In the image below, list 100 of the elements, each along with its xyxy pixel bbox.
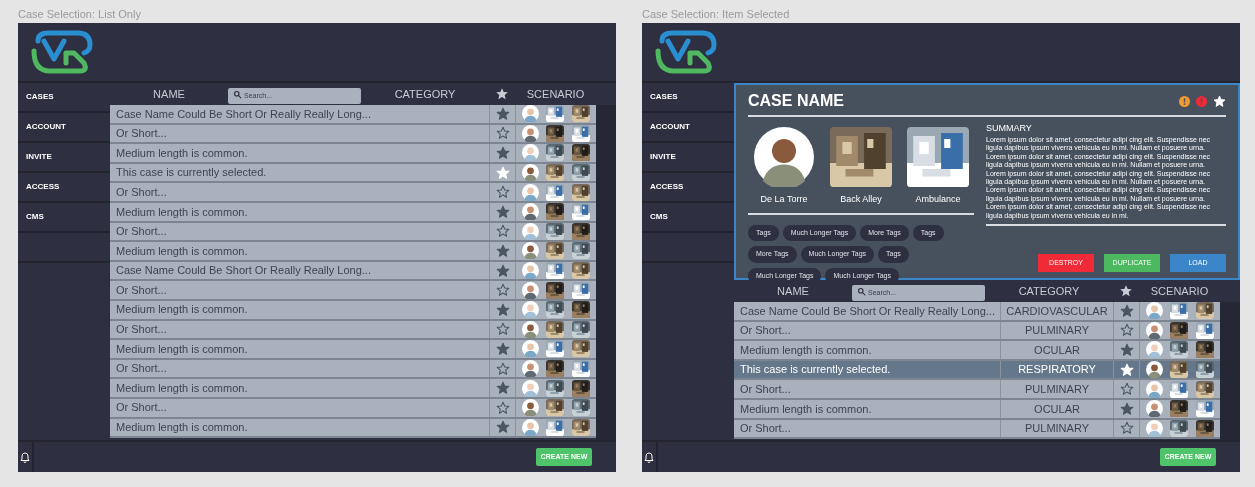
case-name: Or Short...: [115, 126, 168, 142]
table-row[interactable]: Or Short... PULMINARY: [734, 419, 1220, 440]
case-name: Medium length is common.: [115, 243, 249, 259]
case-name: Medium length is common.: [739, 401, 873, 417]
star-icon[interactable]: [495, 126, 510, 141]
table-row[interactable]: Or Short...: [110, 398, 596, 419]
avatar: [521, 164, 539, 182]
summary-heading: SUMMARY: [986, 123, 1033, 134]
star-icon[interactable]: [1119, 401, 1134, 416]
star-icon[interactable]: [1119, 284, 1133, 298]
star-icon[interactable]: [495, 263, 510, 278]
table-row[interactable]: Or Short... PULMINARY: [734, 321, 1220, 342]
star-icon[interactable]: [1119, 382, 1134, 397]
star-icon[interactable]: [1119, 323, 1134, 338]
search-icon: [857, 286, 866, 296]
avatar: [521, 105, 539, 123]
avatar: [521, 124, 539, 142]
table-row[interactable]: Or Short...: [110, 183, 596, 203]
avatar: [1145, 302, 1163, 320]
avatar: [1145, 400, 1163, 418]
frame-caption: Case Selection: Item Selected: [642, 7, 791, 22]
column-header: NAME: [776, 283, 810, 299]
case-name: This case is currently selected.: [115, 165, 268, 181]
star-icon[interactable]: [495, 322, 510, 337]
case-category: OCULAR: [1000, 399, 1113, 418]
column-header: CATEGORY: [393, 86, 457, 102]
sidebar-item[interactable]: CASES: [18, 83, 110, 113]
avatar: [521, 320, 539, 338]
table-row[interactable]: This case is currently selected.: [110, 163, 596, 184]
avatar: [521, 222, 539, 240]
star-icon[interactable]: [495, 87, 509, 101]
case-name: This case is currently selected.: [739, 362, 892, 378]
table-row[interactable]: Medium length is common.: [110, 144, 596, 164]
case-name: Medium length is common.: [115, 145, 249, 161]
case-name: Or Short...: [739, 421, 792, 437]
table-row[interactable]: Medium length is common.: [110, 300, 596, 321]
search-icon: [233, 89, 242, 99]
case-name: Case Name Could Be Short Or Really Really Long...: [115, 263, 372, 279]
star-icon[interactable]: [495, 420, 510, 435]
star-icon[interactable]: [495, 283, 510, 298]
star-icon[interactable]: [495, 224, 510, 239]
table-row[interactable]: Medium length is common. OCULAR: [734, 341, 1220, 361]
case-category: PULMINARY: [1000, 321, 1113, 340]
star-icon[interactable]: [495, 381, 510, 396]
table-row[interactable]: This case is currently selected. RESPIRATORY: [734, 360, 1220, 381]
avatar: [1145, 321, 1163, 339]
star-icon[interactable]: [1119, 303, 1134, 318]
table-row[interactable]: Or Short...: [110, 359, 596, 380]
avatar: [1145, 380, 1163, 398]
table-row[interactable]: Case Name Could Be Short Or Really Really Long... CARDIOVASCULAR: [734, 302, 1220, 322]
avatar: [521, 340, 539, 358]
table-row[interactable]: Or Short...: [110, 281, 596, 301]
star-icon[interactable]: [495, 243, 510, 258]
avatar: [754, 127, 814, 187]
star-icon[interactable]: [495, 341, 510, 356]
table-row[interactable]: Or Short...: [110, 320, 596, 341]
star-icon[interactable]: [495, 302, 510, 317]
asset-label: Ambulance: [915, 193, 961, 206]
column-header: SCENARIO: [1149, 283, 1210, 299]
table-row[interactable]: Medium length is common.: [110, 242, 596, 262]
star-icon[interactable]: [495, 361, 510, 376]
table-row[interactable]: Case Name Could Be Short Or Really Really Long...: [110, 105, 596, 125]
notification-bell-icon[interactable]: [20, 451, 30, 463]
table-row[interactable]: Medium length is common.: [110, 202, 596, 223]
case-name: Or Short...: [739, 323, 792, 339]
avatar: [1145, 341, 1163, 359]
star-icon[interactable]: [495, 400, 510, 415]
table-row[interactable]: Medium length is common.: [110, 418, 596, 439]
table-row[interactable]: Or Short...: [110, 124, 596, 145]
table-row[interactable]: Or Short...: [110, 222, 596, 243]
table-row[interactable]: Medium length is common. OCULAR: [734, 399, 1220, 420]
table-row[interactable]: Medium length is common.: [110, 340, 596, 360]
table-row[interactable]: Or Short... PULMINARY: [734, 380, 1220, 400]
avatar: [1145, 419, 1163, 437]
case-category: PULMINARY: [1000, 380, 1113, 398]
asset-label: Back Alley: [840, 193, 882, 206]
case-name: Case Name Could Be Short Or Really Really Long...: [115, 106, 372, 122]
scrollbar-track[interactable]: [596, 105, 616, 440]
case-name: Case Name Could Be Short Or Really Really Long...: [739, 303, 996, 319]
case-name: Medium length is common.: [115, 380, 249, 396]
case-name: Or Short...: [115, 322, 168, 338]
avatar: [521, 183, 539, 201]
avatar: [521, 379, 539, 397]
star-icon[interactable]: [1119, 421, 1134, 436]
star-icon[interactable]: [495, 204, 510, 219]
star-icon[interactable]: [1119, 343, 1134, 357]
scrollbar-track[interactable]: [1220, 302, 1240, 440]
star-icon[interactable]: [495, 106, 510, 121]
avatar: [521, 144, 539, 162]
case-category: PULMINARY: [1000, 419, 1113, 438]
table-row[interactable]: Medium length is common.: [110, 379, 596, 399]
avatar: [521, 360, 539, 377]
case-name: Or Short...: [115, 400, 168, 416]
notification-bell-icon[interactable]: [644, 451, 654, 463]
error-icon: [1196, 95, 1207, 107]
table-row[interactable]: Case Name Could Be Short Or Really Really Long...: [110, 261, 596, 282]
star-icon[interactable]: [495, 185, 510, 200]
star-icon[interactable]: [495, 146, 510, 160]
frame-caption: Case Selection: List Only: [18, 7, 142, 22]
case-name: Medium length is common.: [115, 341, 249, 357]
